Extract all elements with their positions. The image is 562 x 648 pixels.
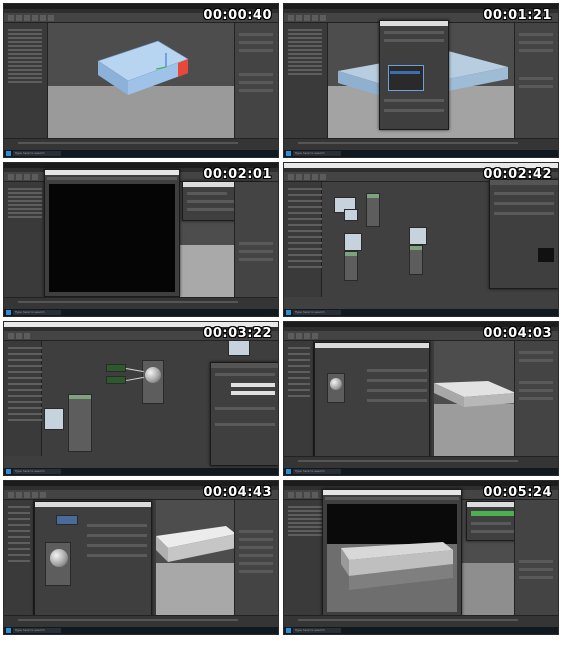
bitmap-node[interactable] xyxy=(344,209,358,221)
video-frame-8[interactable]: Type here to search 00:05:24 xyxy=(283,480,559,635)
box-object[interactable] xyxy=(434,341,514,456)
windows-taskbar: Type here to search xyxy=(284,150,558,157)
perspective-viewport[interactable] xyxy=(434,341,514,456)
rendered-box xyxy=(327,504,457,612)
perspective-viewport[interactable] xyxy=(48,23,234,138)
start-icon[interactable] xyxy=(286,151,291,156)
windows-taskbar: Type here to search xyxy=(4,627,278,634)
frame-timestamp: 00:03:22 xyxy=(203,326,272,341)
windows-taskbar: Type here to search xyxy=(284,627,558,634)
render-frame-window[interactable] xyxy=(322,489,462,617)
frame-timestamp: 00:04:43 xyxy=(203,485,272,500)
start-icon[interactable] xyxy=(286,310,291,315)
material-preview-thumbnails[interactable] xyxy=(228,340,250,356)
windows-taskbar: Type here to search xyxy=(284,468,558,475)
material-browser-panel[interactable] xyxy=(4,341,42,456)
material-parameters-panel[interactable] xyxy=(489,179,558,289)
material-browser-panel[interactable] xyxy=(284,182,322,297)
timeline[interactable] xyxy=(284,138,558,150)
timeline[interactable] xyxy=(4,297,278,309)
perspective-viewport[interactable] xyxy=(156,500,234,615)
frame-timestamp: 00:02:01 xyxy=(203,167,272,182)
start-icon[interactable] xyxy=(286,469,291,474)
scene-explorer-panel[interactable] xyxy=(4,182,48,297)
start-icon[interactable] xyxy=(6,151,11,156)
windows-taskbar: Type here to search xyxy=(4,150,278,157)
thumbnail-contact-sheet: Type here to search 00:00:40 Type here t… xyxy=(0,0,562,648)
material-browser-panel[interactable] xyxy=(4,500,34,615)
bitmap-node[interactable] xyxy=(409,227,427,245)
slate-material-editor[interactable] xyxy=(34,501,152,621)
material-node[interactable] xyxy=(409,245,423,275)
video-frame-3[interactable]: Type here to search 00:02:01 xyxy=(3,162,279,317)
taskbar-search-input[interactable]: Type here to search xyxy=(13,628,61,633)
taskbar-search-input[interactable]: Type here to search xyxy=(293,628,341,633)
video-frame-5[interactable]: Type here to search 00:03:22 xyxy=(3,321,279,476)
scene-explorer-panel[interactable] xyxy=(284,23,328,138)
command-panel[interactable] xyxy=(234,23,278,138)
physical-material-node[interactable] xyxy=(327,373,345,403)
start-icon[interactable] xyxy=(286,628,291,633)
render-frame-window[interactable] xyxy=(44,169,180,297)
map-node[interactable] xyxy=(56,515,78,525)
taskbar-search-input[interactable]: Type here to search xyxy=(13,469,61,474)
bitmap-node[interactable] xyxy=(44,408,64,430)
frame-timestamp: 00:05:24 xyxy=(483,485,552,500)
physical-material-node[interactable] xyxy=(142,360,164,404)
frame-timestamp: 00:02:42 xyxy=(483,167,552,182)
taskbar-search-input[interactable]: Type here to search xyxy=(293,310,341,315)
video-frame-4[interactable]: Type here to search 00:02:42 xyxy=(283,162,559,317)
video-frame-2[interactable]: Type here to search 00:01:21 xyxy=(283,3,559,158)
frame-timestamp: 00:00:40 xyxy=(203,8,272,23)
map-node[interactable] xyxy=(106,376,126,384)
command-panel[interactable] xyxy=(514,23,558,138)
material-node[interactable] xyxy=(68,394,92,452)
timeline[interactable] xyxy=(4,615,278,627)
timeline[interactable] xyxy=(284,615,558,627)
material-node[interactable] xyxy=(366,193,380,227)
windows-taskbar: Type here to search xyxy=(4,468,278,475)
environment-and-effects-dialog[interactable] xyxy=(379,20,449,130)
material-parameters-panel[interactable] xyxy=(210,362,278,466)
frame-timestamp: 00:04:03 xyxy=(483,326,552,341)
windows-taskbar: Type here to search xyxy=(284,309,558,316)
render-output-area xyxy=(327,504,457,612)
material-node[interactable] xyxy=(344,251,358,281)
video-frame-6[interactable]: Type here to search 00:04:03 xyxy=(283,321,559,476)
slate-material-editor[interactable] xyxy=(314,342,430,462)
command-panel[interactable] xyxy=(514,500,558,615)
command-panel[interactable] xyxy=(234,500,278,615)
map-node[interactable] xyxy=(106,364,126,372)
scene-explorer-panel[interactable] xyxy=(4,23,48,138)
frame-timestamp: 00:01:21 xyxy=(483,8,552,23)
box-object[interactable] xyxy=(156,500,234,615)
start-icon[interactable] xyxy=(6,310,11,315)
start-icon[interactable] xyxy=(6,469,11,474)
start-icon[interactable] xyxy=(6,628,11,633)
timeline[interactable] xyxy=(4,138,278,150)
selected-box-object[interactable] xyxy=(48,23,234,138)
physical-material-node[interactable] xyxy=(45,542,71,586)
taskbar-search-input[interactable]: Type here to search xyxy=(293,151,341,156)
video-frame-1[interactable]: Type here to search 00:00:40 xyxy=(3,3,279,158)
video-frame-7[interactable]: Type here to search 00:04:43 xyxy=(3,480,279,635)
taskbar-search-input[interactable]: Type here to search xyxy=(13,310,61,315)
taskbar-search-input[interactable]: Type here to search xyxy=(13,151,61,156)
bitmap-node[interactable] xyxy=(344,233,362,251)
command-panel[interactable] xyxy=(514,341,558,456)
render-output-area xyxy=(49,184,175,292)
taskbar-search-input[interactable]: Type here to search xyxy=(293,469,341,474)
material-browser-panel[interactable] xyxy=(284,341,314,456)
windows-taskbar: Type here to search xyxy=(4,309,278,316)
command-panel[interactable] xyxy=(234,182,278,297)
timeline[interactable] xyxy=(284,456,558,468)
